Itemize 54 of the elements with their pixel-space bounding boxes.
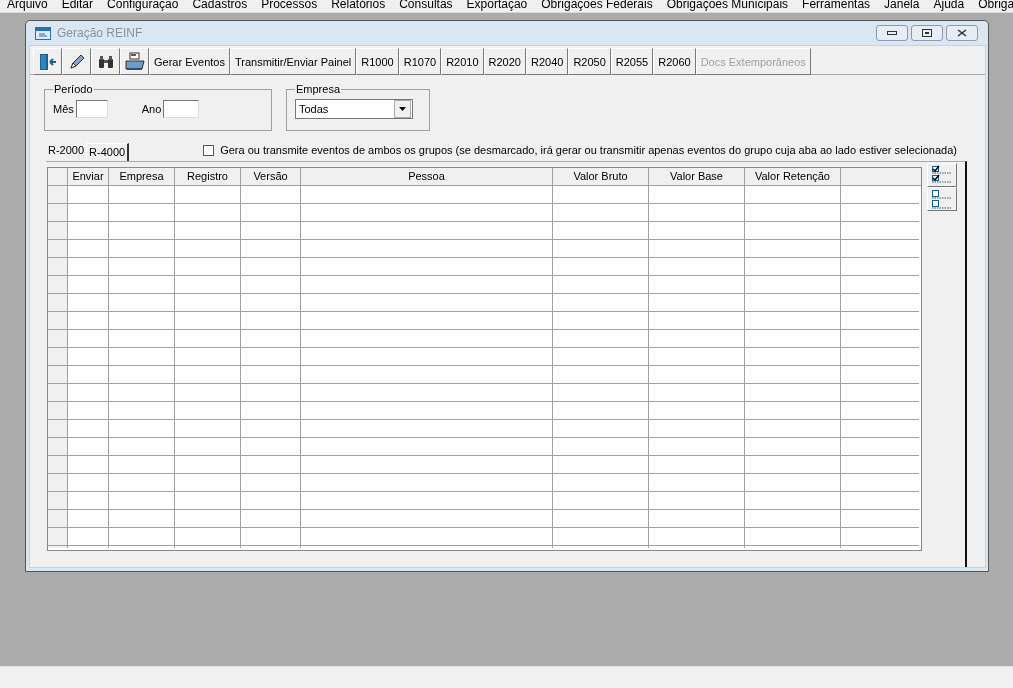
menu-item[interactable]: Arquivo [0, 0, 55, 12]
menu-item[interactable]: Ajuda [926, 0, 972, 12]
input-field[interactable] [75, 99, 108, 118]
menu-item[interactable]: Configuração [100, 0, 186, 12]
binoculars-icon [96, 53, 115, 70]
toolbar-button[interactable] [91, 48, 120, 75]
minimize-icon [887, 31, 897, 35]
toolbar-button[interactable] [62, 48, 91, 75]
toolbar-button[interactable]: R2055 [610, 48, 654, 75]
maximize-button[interactable] [911, 25, 943, 41]
toolbar-button[interactable]: R1070 [398, 48, 442, 75]
toolbar-button[interactable] [33, 48, 62, 75]
menu-item[interactable]: Editar [54, 0, 101, 12]
group-title: Empresa [295, 83, 342, 95]
checked-list-icon [931, 165, 953, 185]
menu-item[interactable]: Obrigações Municipais [659, 0, 796, 12]
maximize-icon [922, 29, 932, 37]
tab[interactable]: R-4000 [86, 143, 130, 161]
toolbar-button[interactable]: R2060 [653, 48, 696, 75]
menu-item[interactable]: Processos [254, 0, 325, 12]
checkbox[interactable] [203, 144, 215, 156]
field-label: Ano [141, 102, 162, 115]
toolbar-button[interactable]: R2040 [525, 48, 569, 75]
menu-item[interactable]: Janela [877, 0, 927, 12]
toolbar-button[interactable]: R2050 [568, 48, 611, 75]
caret-icon [399, 107, 406, 111]
menu-item[interactable]: Exportação [459, 0, 535, 12]
menu-item[interactable]: Consultas [392, 0, 460, 12]
menu-item[interactable]: Obrigações Federais [534, 0, 660, 12]
door-exit-icon [37, 52, 58, 71]
close-icon [957, 29, 967, 37]
toolbar-button[interactable]: Gerar Eventos [149, 48, 230, 75]
toolbar-button[interactable]: Transmitir/Enviar Painel [229, 48, 357, 75]
field-label: Mês [53, 102, 74, 115]
toolbar-button[interactable]: R1000 [356, 48, 399, 75]
menu-item[interactable]: Cadastros [185, 0, 255, 12]
pencil-icon [67, 52, 86, 71]
uncheck-all-button[interactable] [927, 187, 957, 211]
printer-icon [123, 51, 146, 72]
menu-item[interactable]: Ferramentas [795, 0, 878, 12]
menu-item[interactable]: Relatórios [324, 0, 393, 12]
window-icon [35, 26, 51, 40]
toolbar-button[interactable]: R2010 [441, 48, 484, 75]
group-title: Período [53, 83, 94, 95]
checkbox-label: Gera ou transmite eventos de ambos os grupos (se desmarcado, irá gerar ou transmitir apenas eventos do grupo cuja aba ao lado estiver selecionada) [220, 144, 957, 156]
input-field[interactable] [163, 99, 200, 118]
window-title: Geração REINF [57, 26, 143, 40]
check-all-button[interactable] [927, 163, 957, 187]
toolbar-button[interactable]: R2020 [483, 48, 526, 75]
unchecked-list-icon [931, 189, 953, 209]
close-button[interactable] [946, 25, 978, 41]
minimize-button[interactable] [876, 25, 908, 41]
dropdown[interactable]: Todas [295, 99, 413, 119]
toolbar-button[interactable] [120, 48, 149, 75]
